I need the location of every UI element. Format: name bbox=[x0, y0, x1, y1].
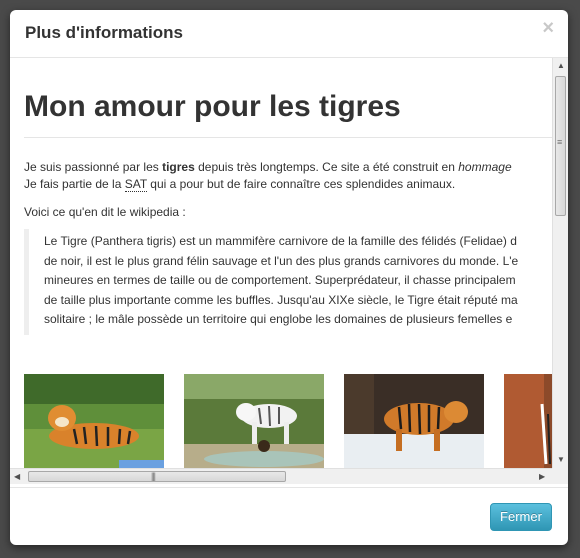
quote-line: mineures en termes de taille ou de compo… bbox=[44, 273, 516, 287]
info-modal: Plus d'informations × Mon amour pour les… bbox=[10, 10, 568, 545]
intro-paragraph: Je suis passionné par les tigres depuis … bbox=[24, 159, 512, 193]
white-tiger-thumbnail[interactable] bbox=[184, 374, 324, 468]
tiger-snow-thumbnail[interactable] bbox=[344, 374, 484, 468]
intro-bold: tigres bbox=[162, 160, 195, 174]
sat-abbr[interactable]: SAT bbox=[124, 177, 147, 192]
quote-line: de noir, il est le plus grand félin sauv… bbox=[44, 253, 519, 268]
vertical-scrollbar[interactable]: ▲ ≡ ▼ bbox=[552, 58, 568, 468]
arrow-down-icon[interactable]: ▼ bbox=[557, 455, 565, 465]
quote-line: Le Tigre (Panthera tigris) est un mammif… bbox=[44, 234, 517, 248]
intro-italic: hommage bbox=[458, 160, 512, 174]
divider bbox=[24, 137, 552, 138]
page-heading: Mon amour pour les tigres bbox=[24, 90, 401, 123]
wiki-intro: Voici ce qu'en dit le wikipedia : bbox=[24, 205, 186, 219]
quote-line: de taille plus importante comme les buff… bbox=[44, 292, 518, 307]
quote-line: solitaire ; le mâle possède un territoir… bbox=[44, 312, 513, 326]
intro-text-2: depuis très longtemps. Ce site a été con… bbox=[194, 160, 459, 174]
scrollbar-corner bbox=[552, 468, 568, 484]
wikipedia-quote: Le Tigre (Panthera tigris) est un mammif… bbox=[24, 229, 552, 335]
modal-title: Plus d'informations bbox=[25, 23, 183, 42]
close-button[interactable]: Fermer bbox=[490, 503, 552, 531]
vertical-scroll-thumb[interactable]: ≡ bbox=[555, 76, 566, 216]
tiger-partial-thumbnail[interactable] bbox=[504, 374, 552, 468]
close-icon[interactable]: × bbox=[542, 18, 554, 38]
horizontal-scroll-thumb[interactable]: ||| bbox=[28, 471, 286, 482]
modal-header: Plus d'informations × bbox=[10, 10, 568, 58]
tiger-lying-thumbnail[interactable] bbox=[24, 374, 164, 468]
modal-footer: Fermer bbox=[10, 487, 568, 545]
grip-icon: ≡ bbox=[557, 137, 562, 147]
arrow-left-icon[interactable]: ◀ bbox=[14, 472, 20, 482]
intro-line2: Je fais partie de la bbox=[24, 177, 125, 191]
arrow-up-icon[interactable]: ▲ bbox=[557, 61, 565, 71]
arrow-right-icon[interactable]: ▶ bbox=[539, 472, 545, 482]
grip-icon: ||| bbox=[151, 471, 156, 481]
modal-body-viewport[interactable]: Mon amour pour les tigres Je suis passio… bbox=[10, 58, 552, 468]
horizontal-scrollbar[interactable]: ◀ ||| ▶ bbox=[10, 468, 552, 484]
intro-line2-end: qui a pour but de faire connaître ces sp… bbox=[146, 177, 456, 191]
intro-text: Je suis passionné par les bbox=[24, 160, 163, 174]
